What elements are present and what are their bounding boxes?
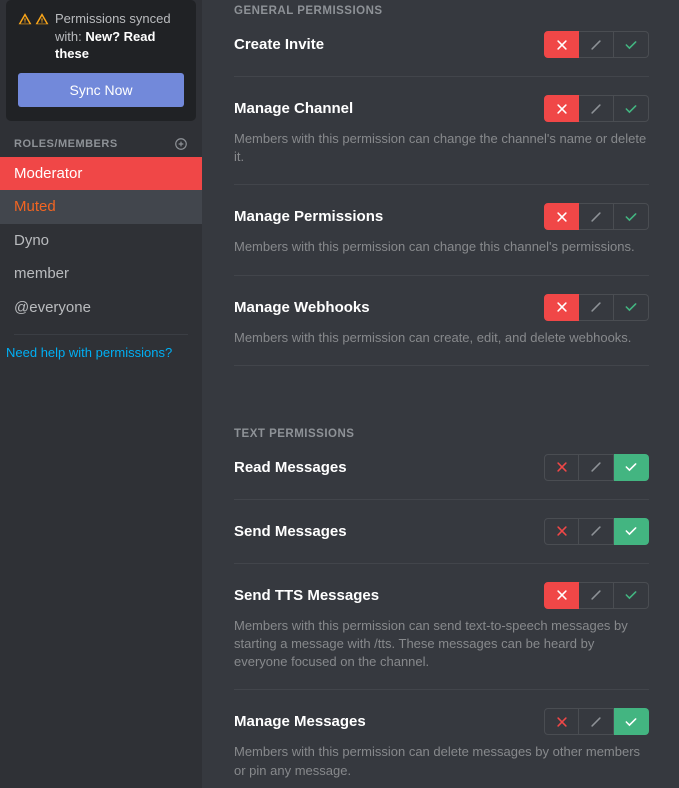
permission-title: Manage Messages [234,713,366,730]
permission-item: Read Messages [234,454,649,481]
permission-item: Manage Channel Members with this permissi… [234,95,649,166]
permission-item: Send TTS Messages Members with this permi… [234,582,649,672]
permission-description: Members with this permission can send te… [234,617,649,672]
permission-tri-toggle [544,454,649,481]
permission-tri-toggle [544,31,649,58]
allow-button[interactable] [614,294,649,321]
sync-panel: Permissions synced with: New? Read these… [6,0,196,121]
role-list: ModeratorMutedDynomember@everyone [0,157,202,325]
allow-button[interactable] [614,454,649,481]
allow-button[interactable] [614,708,649,735]
deny-button[interactable] [544,454,579,481]
permission-tri-toggle [544,294,649,321]
permission-title: Create Invite [234,36,324,53]
passthrough-button[interactable] [579,518,614,545]
sync-text: Permissions synced with: New? Read these [55,10,184,63]
permission-tri-toggle [544,708,649,735]
passthrough-button[interactable] [579,203,614,230]
divider [234,499,649,500]
permission-description: Members with this permission can create,… [234,329,649,347]
sync-now-button[interactable]: Sync Now [18,73,184,107]
passthrough-button[interactable] [579,31,614,58]
permission-description: Members with this permission can change … [234,130,649,166]
permission-item: Manage Permissions Members with this perm… [234,203,649,256]
deny-button[interactable] [544,518,579,545]
passthrough-button[interactable] [579,294,614,321]
allow-button[interactable] [614,582,649,609]
permission-item: Manage Webhooks Members with this permiss… [234,294,649,347]
passthrough-button[interactable] [579,454,614,481]
permission-tri-toggle [544,582,649,609]
permission-title: Read Messages [234,459,347,476]
section-header: TEXT PERMISSIONS [234,428,649,440]
permission-title: Manage Webhooks [234,299,370,316]
roles-header: ROLES/MEMBERS [0,131,202,157]
passthrough-button[interactable] [579,95,614,122]
warning-icon [35,12,49,26]
passthrough-button[interactable] [579,708,614,735]
divider [234,275,649,276]
permission-tri-toggle [544,95,649,122]
permission-tri-toggle [544,203,649,230]
deny-button[interactable] [544,31,579,58]
sidebar: Permissions synced with: New? Read these… [0,0,202,788]
allow-button[interactable] [614,518,649,545]
permission-title: Send Messages [234,523,347,540]
deny-button[interactable] [544,95,579,122]
role-item[interactable]: member [0,257,202,291]
divider [234,563,649,564]
deny-button[interactable] [544,582,579,609]
sync-warn-icons [18,10,49,26]
divider [234,365,649,366]
allow-button[interactable] [614,31,649,58]
section-header: GENERAL PERMISSIONS [234,5,649,17]
allow-button[interactable] [614,95,649,122]
role-item[interactable]: Muted [0,190,202,224]
role-item[interactable]: @everyone [0,291,202,325]
allow-button[interactable] [614,203,649,230]
role-item[interactable]: Dyno [0,224,202,258]
permissions-panel: GENERAL PERMISSIONS Create Invite Manage C… [202,0,679,788]
permission-item: Send Messages [234,518,649,545]
permission-title: Manage Channel [234,100,353,117]
permission-item: Manage Messages Members with this permiss… [234,708,649,779]
permission-tri-toggle [544,518,649,545]
passthrough-button[interactable] [579,582,614,609]
permission-title: Manage Permissions [234,208,383,225]
permission-title: Send TTS Messages [234,587,379,604]
roles-header-label: ROLES/MEMBERS [14,138,118,150]
warning-icon [18,12,32,26]
role-item[interactable]: Moderator [0,157,202,191]
divider [234,76,649,77]
permission-description: Members with this permission can delete … [234,743,649,779]
permission-item: Create Invite [234,31,649,58]
divider [234,184,649,185]
deny-button[interactable] [544,708,579,735]
add-role-icon[interactable] [174,137,188,151]
divider [14,334,188,335]
permission-description: Members with this permission can change … [234,238,649,256]
deny-button[interactable] [544,294,579,321]
divider [234,689,649,690]
help-link[interactable]: Need help with permissions? [0,345,202,360]
deny-button[interactable] [544,203,579,230]
